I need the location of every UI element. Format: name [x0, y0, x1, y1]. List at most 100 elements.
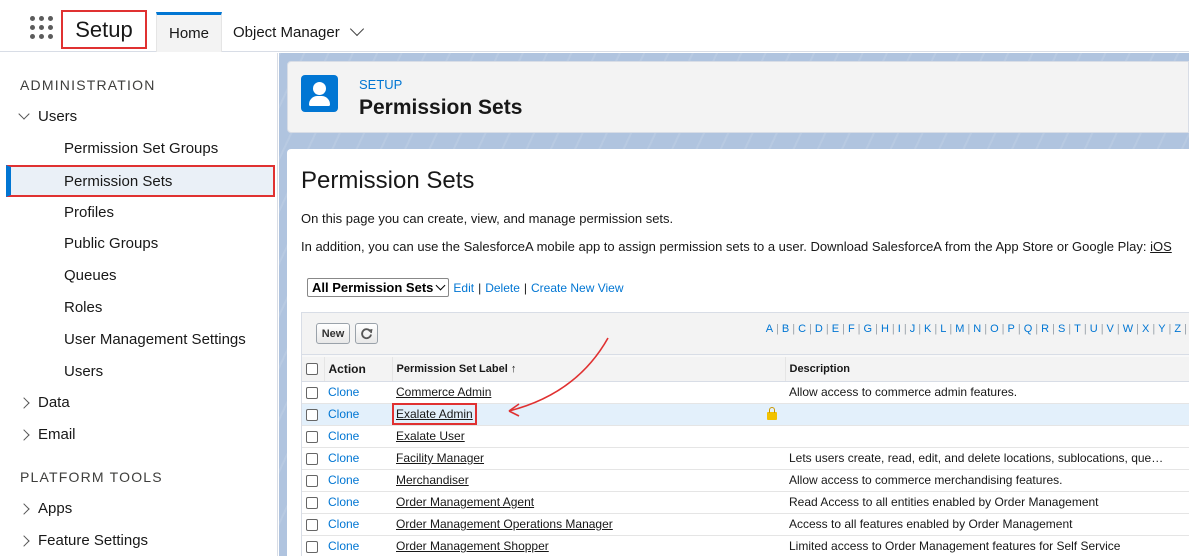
alpha-filter-letter[interactable]: Q	[1024, 323, 1033, 335]
separator: |	[523, 280, 528, 295]
sidebar-item-public-groups[interactable]: Public Groups	[64, 235, 158, 252]
new-button[interactable]: New	[316, 323, 350, 344]
checkbox[interactable]	[306, 430, 318, 443]
tree-item-apps[interactable]: Apps	[18, 500, 73, 517]
tree-item-users[interactable]: Users	[18, 108, 77, 125]
permission-set-link[interactable]: Exalate Admin	[392, 403, 477, 425]
checkbox[interactable]	[306, 474, 318, 487]
alpha-filter-letter[interactable]: W	[1123, 323, 1133, 335]
clone-link[interactable]: Clone	[328, 407, 359, 421]
row-select-cell	[302, 491, 324, 514]
alpha-filter-letter[interactable]: P	[1008, 323, 1015, 335]
alpha-filter-letter[interactable]: G	[864, 323, 873, 335]
separator: |	[1116, 323, 1120, 335]
alpha-filter-letter[interactable]: O	[990, 323, 999, 335]
checkbox[interactable]	[306, 518, 318, 531]
clone-link[interactable]: Clone	[328, 539, 359, 553]
app-title: Setup	[61, 10, 147, 49]
description-cell: Allow access to commerce merchandising f…	[785, 469, 1189, 492]
checkbox[interactable]	[306, 386, 318, 399]
alpha-filter-letter[interactable]: D	[815, 323, 823, 335]
alpha-filter-letter[interactable]: F	[848, 323, 855, 335]
sidebar-item-roles[interactable]: Roles	[64, 299, 102, 316]
checkbox[interactable]	[306, 496, 318, 509]
chevron-down-icon	[18, 108, 30, 120]
checkbox[interactable]	[306, 408, 318, 421]
chevron-down-icon	[435, 280, 446, 291]
select-all-header[interactable]	[302, 357, 325, 382]
alpha-filter-letter[interactable]: I	[898, 323, 901, 335]
tree-item-email[interactable]: Email	[18, 426, 76, 443]
refresh-button[interactable]	[355, 323, 378, 344]
alpha-filter-letter[interactable]: A	[766, 323, 773, 335]
separator: |	[776, 323, 779, 335]
clone-link[interactable]: Clone	[328, 429, 359, 443]
alpha-filter-letter[interactable]: Z	[1174, 323, 1181, 335]
tree-item-data[interactable]: Data	[18, 394, 70, 411]
alpha-filter-letter[interactable]: J	[910, 323, 916, 335]
action-cell: Clone	[324, 447, 392, 470]
edit-view-link[interactable]: Edit	[453, 281, 474, 295]
permission-set-link[interactable]: Exalate User	[396, 429, 465, 443]
clone-link[interactable]: Clone	[328, 473, 359, 487]
tree-item-feature-settings[interactable]: Feature Settings	[18, 532, 148, 549]
permission-set-link[interactable]: Commerce Admin	[396, 385, 491, 399]
tree-item-label: Apps	[38, 500, 73, 517]
checkbox[interactable]	[306, 362, 318, 375]
alpha-filter-letter[interactable]: S	[1058, 323, 1065, 335]
alpha-filter-letter[interactable]: X	[1142, 323, 1149, 335]
alpha-filter-letter[interactable]: L	[940, 323, 946, 335]
sidebar-item-permission-set-groups[interactable]: Permission Set Groups	[64, 140, 218, 157]
table-row: Clone Facility Manager Lets users create, …	[302, 447, 1189, 470]
clone-link[interactable]: Clone	[328, 495, 359, 509]
view-select[interactable]: All Permission Sets	[307, 278, 450, 297]
permission-set-link[interactable]: Merchandiser	[396, 473, 469, 487]
section-heading-platform-tools: PLATFORM TOOLS	[20, 469, 163, 485]
separator: |	[809, 323, 812, 335]
sidebar-item-queues[interactable]: Queues	[64, 267, 117, 284]
sidebar-item-permission-sets[interactable]: Permission Sets	[6, 165, 275, 197]
alpha-filter-letter[interactable]: T	[1074, 323, 1081, 335]
global-header: Setup Home Object Manager	[0, 0, 1189, 52]
tab-home[interactable]: Home	[156, 12, 222, 52]
permission-sets-table: Action Permission Set Label ↑ Descriptio…	[302, 357, 1189, 556]
list-toolbar: New A | B | C | D | E | F | G | H | I | J | K | L | M | N | O | P | Q | R |…	[302, 313, 1189, 355]
alpha-filter-letter[interactable]: R	[1041, 323, 1049, 335]
alpha-filter-letter[interactable]: H	[881, 323, 889, 335]
column-header-description[interactable]: Description	[785, 357, 1189, 382]
tab-object-manager[interactable]: Object Manager	[233, 14, 364, 50]
alpha-filter-letter[interactable]: C	[798, 323, 806, 335]
permission-set-link[interactable]: Order Management Operations Manager	[396, 517, 613, 531]
app-launcher-icon[interactable]	[30, 16, 54, 40]
breadcrumb[interactable]: SETUP	[359, 77, 402, 92]
checkbox[interactable]	[306, 452, 318, 465]
clone-link[interactable]: Clone	[328, 451, 359, 465]
alpha-filter-letter[interactable]: B	[782, 323, 789, 335]
table-header-row: Action Permission Set Label ↑ Descriptio…	[302, 357, 1189, 382]
view-select-value: All Permission Sets	[312, 280, 434, 295]
sidebar-item-profiles[interactable]: Profiles	[64, 204, 114, 221]
sidebar-item-users[interactable]: Users	[64, 363, 103, 380]
alpha-filter-letter[interactable]: U	[1090, 323, 1098, 335]
create-new-view-link[interactable]: Create New View	[531, 281, 623, 295]
ios-link[interactable]: iOS	[1150, 239, 1172, 254]
alpha-filter-letter[interactable]: E	[832, 323, 839, 335]
tab-object-manager-label: Object Manager	[233, 23, 340, 41]
delete-view-link[interactable]: Delete	[485, 281, 520, 295]
alpha-filter-letter[interactable]: K	[924, 323, 931, 335]
alpha-filter-letter[interactable]: Y	[1158, 323, 1165, 335]
alpha-filter-letter[interactable]: V	[1107, 323, 1114, 335]
clone-link[interactable]: Clone	[328, 385, 359, 399]
permission-set-link[interactable]: Order Management Shopper	[396, 539, 549, 553]
column-header-label[interactable]: Permission Set Label ↑	[392, 357, 786, 382]
checkbox[interactable]	[306, 540, 318, 553]
page-header: SETUP Permission Sets	[287, 61, 1189, 133]
sidebar-item-user-management-settings[interactable]: User Management Settings	[64, 331, 246, 348]
clone-link[interactable]: Clone	[328, 517, 359, 531]
chevron-down-icon[interactable]	[349, 21, 364, 37]
permission-set-link[interactable]: Facility Manager	[396, 451, 484, 465]
alpha-filter-letter[interactable]: M	[955, 323, 964, 335]
alpha-filter-letter[interactable]: N	[973, 323, 981, 335]
permission-set-link[interactable]: Order Management Agent	[396, 495, 534, 509]
table-row: Clone Order Management Agent Read Access t…	[302, 491, 1189, 514]
